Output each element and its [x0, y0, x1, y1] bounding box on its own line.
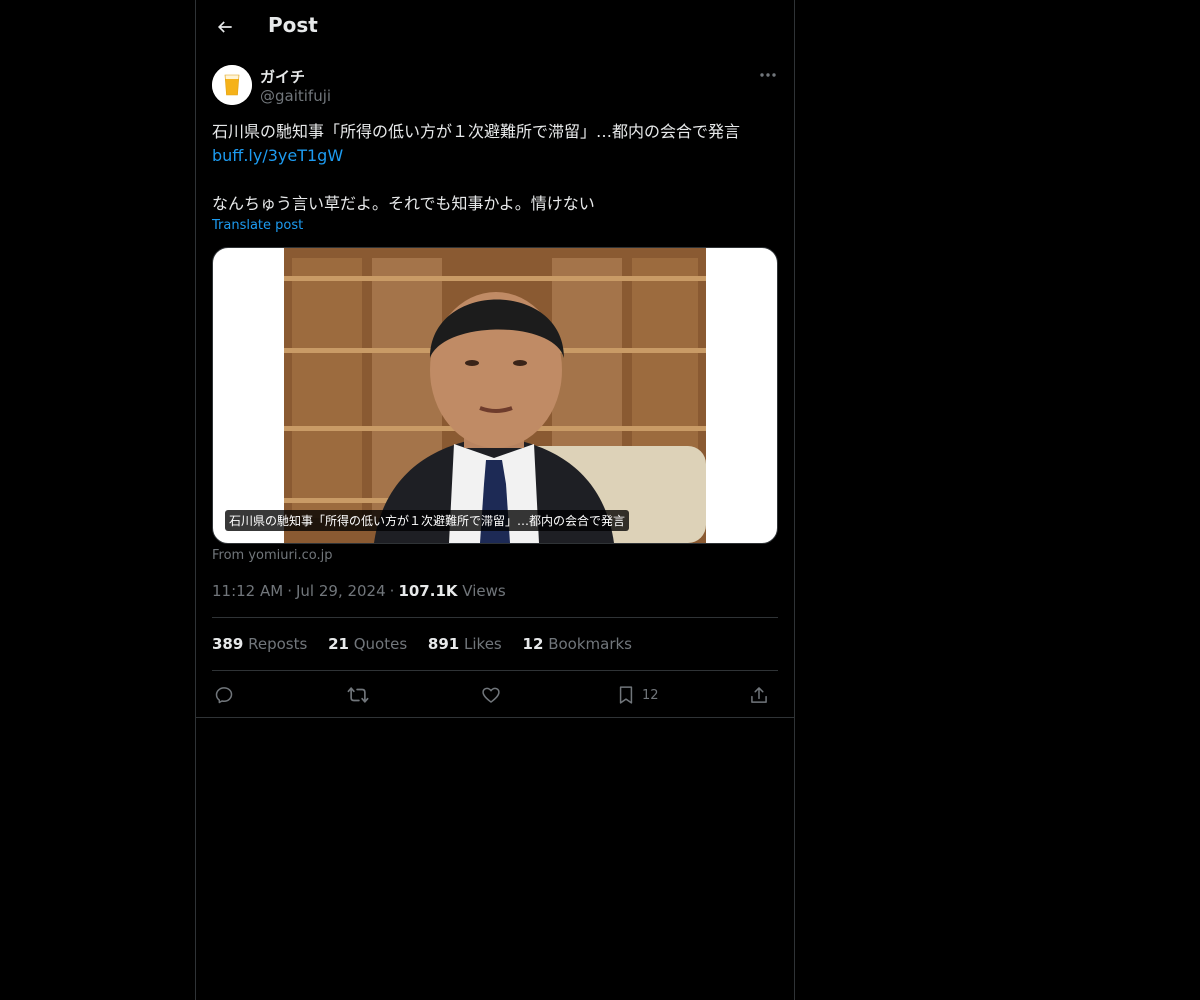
translate-post-link[interactable]: Translate post [212, 218, 303, 233]
news-photo [284, 248, 706, 543]
views-label: Views [462, 582, 506, 600]
bookmark-icon [619, 686, 633, 704]
avatar[interactable] [212, 65, 252, 105]
bookmark-button[interactable]: 12 [616, 683, 659, 707]
repost-icon [347, 687, 369, 703]
post-stats: 389 Reposts 21 Quotes 891 Likes 12 Bookm… [212, 635, 648, 653]
post-text-spacer [212, 168, 778, 192]
card-caption: 石川県の馳知事「所得の低い方が１次避難所で滞留」…都内の会合で発言 [225, 510, 630, 531]
post-text-line: 石川県の馳知事「所得の低い方が１次避難所で滞留」…都内の会合で発言 [212, 122, 741, 141]
more-icon [760, 73, 776, 77]
author-display-name[interactable]: ガイチ [260, 66, 305, 87]
post-header: Post [196, 0, 794, 54]
post-link[interactable]: buff.ly/3yeT1gW [212, 146, 343, 165]
reply-button[interactable] [214, 683, 234, 707]
post-text-line: なんちゅう言い草だよ。それでも知事かよ。情けない [212, 194, 595, 213]
likes-stat[interactable]: 891 Likes [428, 635, 502, 653]
reposts-stat[interactable]: 389 Reposts [212, 635, 307, 653]
like-button[interactable] [481, 683, 501, 707]
link-card[interactable]: 石川県の馳知事「所得の低い方が１次避難所で滞留」…都内の会合で発言 [212, 247, 778, 544]
back-arrow-icon [217, 21, 232, 33]
more-button[interactable] [756, 66, 780, 84]
post-bottom-border [196, 717, 794, 718]
share-icon [751, 687, 767, 703]
bookmarks-stat[interactable]: 12 Bookmarks [523, 635, 632, 653]
page-title: Post [268, 13, 318, 37]
post-time[interactable]: 11:12 AM [212, 582, 283, 600]
post-date[interactable]: Jul 29, 2024 [296, 582, 386, 600]
card-source[interactable]: From yomiuri.co.jp [212, 548, 332, 563]
post-text: 石川県の馳知事「所得の低い方が１次避難所で滞留」…都内の会合で発言 buff.l… [212, 120, 778, 216]
share-button[interactable] [749, 683, 769, 707]
card-image [284, 248, 706, 543]
beer-glass-icon [212, 65, 252, 105]
repost-button[interactable] [347, 683, 369, 707]
author-handle[interactable]: @gaitifuji [260, 87, 331, 105]
back-button[interactable] [212, 14, 238, 40]
quotes-stat[interactable]: 21 Quotes [328, 635, 407, 653]
heart-icon [482, 687, 500, 703]
divider [212, 617, 778, 618]
views-count: 107.1K [398, 582, 458, 600]
post-meta: 11:12 AM · Jul 29, 2024 · 107.1K Views [212, 582, 506, 600]
action-bar: 12 [212, 683, 778, 707]
reply-icon [215, 687, 233, 704]
divider [212, 670, 778, 671]
bookmark-count: 12 [642, 687, 659, 703]
post-column: Post ガイチ @gaitifuji 石川県の馳知事「所得の低い方が１次避難所… [195, 0, 795, 1000]
